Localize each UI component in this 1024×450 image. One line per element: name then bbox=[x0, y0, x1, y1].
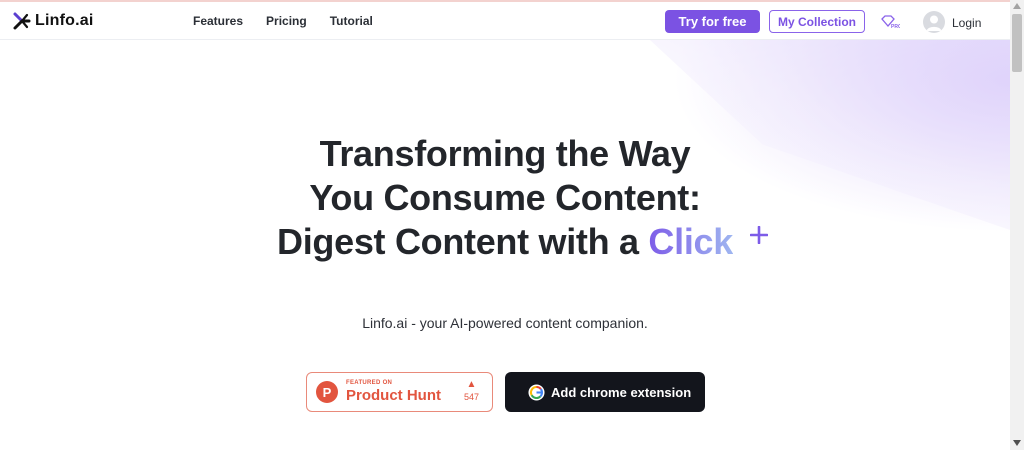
hero-headline: Transforming the Way You Consume Content… bbox=[0, 132, 1010, 264]
scroll-down-arrow-icon[interactable] bbox=[1013, 440, 1021, 446]
google-icon bbox=[528, 383, 545, 401]
scroll-up-arrow-icon[interactable] bbox=[1013, 3, 1021, 9]
sparkle-icon bbox=[750, 226, 768, 244]
product-hunt-votes: ▲ 547 bbox=[464, 379, 479, 402]
brand-name: Linfo.ai bbox=[35, 12, 94, 29]
login-link[interactable]: Login bbox=[952, 16, 981, 30]
product-hunt-name: Product Hunt bbox=[346, 387, 441, 404]
headline-line-1: Transforming the Way bbox=[319, 133, 691, 174]
headline-line-3-prefix: Digest Content with a bbox=[277, 221, 649, 262]
add-chrome-extension-label: Add chrome extension bbox=[551, 384, 692, 400]
product-hunt-logo-icon: P bbox=[316, 381, 338, 403]
product-hunt-badge[interactable]: P FEATURED ON Product Hunt ▲ 547 bbox=[306, 372, 493, 412]
product-hunt-texts: FEATURED ON Product Hunt bbox=[346, 380, 441, 404]
upvote-triangle-icon: ▲ bbox=[466, 379, 477, 390]
hero-subtitle: Linfo.ai - your AI-powered content compa… bbox=[362, 315, 648, 331]
headline-line-3: Digest Content with a Click bbox=[0, 220, 1010, 264]
my-collection-button[interactable]: My Collection bbox=[769, 10, 865, 33]
linfo-logo-icon bbox=[13, 12, 31, 30]
user-icon bbox=[926, 15, 942, 31]
product-hunt-vote-count: 547 bbox=[463, 392, 479, 402]
top-navbar: Linfo.ai Features Pricing Tutorial Try f… bbox=[0, 2, 1010, 40]
nav-link-features[interactable]: Features bbox=[193, 14, 243, 28]
product-hunt-featured-label: FEATURED ON bbox=[346, 380, 393, 386]
scrollbar-thumb[interactable] bbox=[1012, 14, 1022, 72]
page-scrollbar[interactable] bbox=[1010, 0, 1024, 450]
nav-links: Features Pricing Tutorial bbox=[193, 14, 396, 28]
try-for-free-button[interactable]: Try for free bbox=[665, 10, 760, 33]
nav-link-tutorial[interactable]: Tutorial bbox=[330, 14, 373, 28]
brand-logo[interactable]: Linfo.ai bbox=[12, 11, 93, 31]
svg-text:PRO: PRO bbox=[891, 24, 900, 29]
headline-accent-click: Click bbox=[648, 221, 733, 262]
nav-link-pricing[interactable]: Pricing bbox=[266, 14, 307, 28]
headline-line-2: You Consume Content: bbox=[309, 177, 701, 218]
user-avatar[interactable] bbox=[923, 11, 945, 33]
pro-badge-icon[interactable]: PRO bbox=[880, 15, 900, 29]
add-chrome-extension-button[interactable]: Add chrome extension bbox=[505, 372, 705, 412]
